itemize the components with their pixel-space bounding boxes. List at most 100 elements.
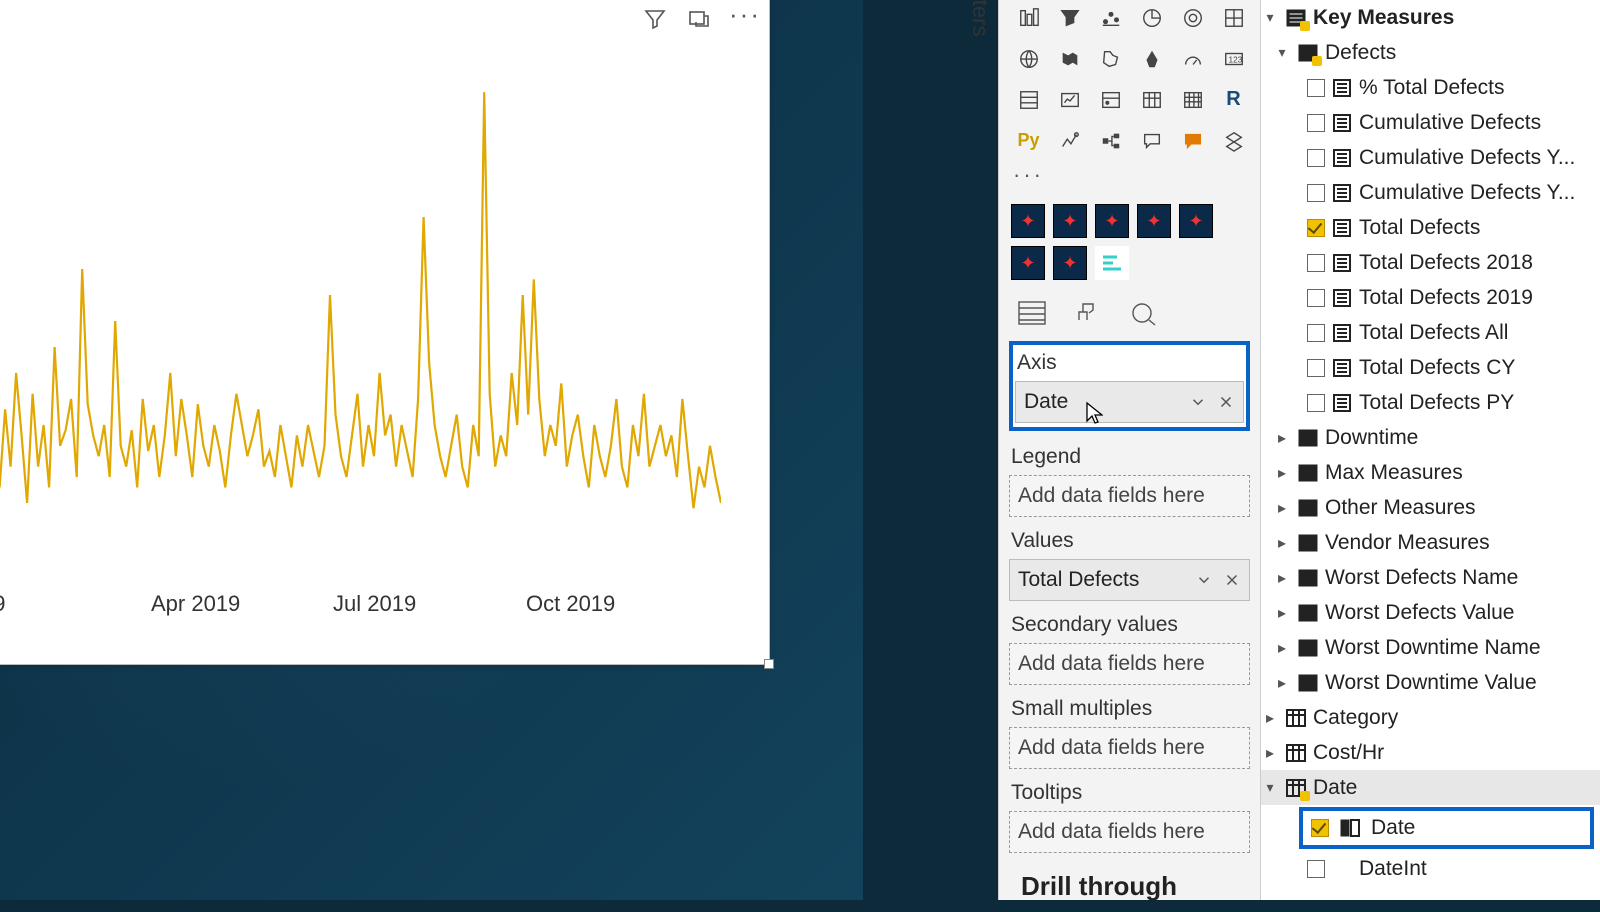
chevron-down-icon[interactable] [1273,44,1291,61]
folder-item[interactable]: Max Measures [1261,455,1600,490]
analytics-tab-icon[interactable] [1129,300,1159,331]
chevron-down-icon[interactable] [1189,393,1207,411]
checkbox[interactable] [1307,254,1325,272]
filters-pane-label[interactable]: ilters [943,0,993,36]
folder-item[interactable]: Worst Defects Value [1261,595,1600,630]
date-field-highlight[interactable]: Date [1299,807,1594,849]
qa-visual-icon[interactable] [1134,123,1169,158]
funnel-icon[interactable] [1052,0,1087,35]
custom-visual-bar-icon[interactable] [1095,246,1129,280]
table-item[interactable]: Cost/Hr [1261,735,1600,770]
tooltips-well[interactable]: Add data fields here [1009,811,1250,853]
chevron-right-icon[interactable] [1261,743,1279,763]
measure-item[interactable]: % Total Defects [1261,70,1600,105]
chevron-right-icon[interactable] [1273,428,1291,448]
values-well[interactable]: Total Defects [1009,559,1250,601]
matrix-icon[interactable] [1175,82,1210,117]
checkbox[interactable] [1311,819,1329,837]
remove-field-icon[interactable] [1223,571,1241,589]
chevron-right-icon[interactable] [1273,463,1291,483]
measure-item[interactable]: Total Defects 2018 [1261,245,1600,280]
chevron-down-icon[interactable] [1195,571,1213,589]
checkbox[interactable] [1307,79,1325,97]
slicer-icon[interactable] [1093,82,1128,117]
fields-tab-icon[interactable] [1017,300,1047,331]
folder-item[interactable]: Other Measures [1261,490,1600,525]
checkbox[interactable] [1307,149,1325,167]
custom-visual-icon[interactable]: ✦ [1179,204,1213,238]
card-icon[interactable]: 123 [1216,41,1251,76]
more-visuals-icon[interactable]: ··· [999,158,1260,192]
focus-mode-icon[interactable] [685,5,713,33]
folder-item[interactable]: Worst Downtime Name [1261,630,1600,665]
narrative-icon[interactable] [1175,123,1210,158]
python-visual-icon[interactable]: Py [1011,123,1046,158]
visual-filter-icon[interactable] [641,5,669,33]
folder-defects[interactable]: Defects [1261,35,1600,70]
folder-item[interactable]: Worst Downtime Value [1261,665,1600,700]
table-item[interactable]: Category [1261,700,1600,735]
values-field-name[interactable]: Total Defects [1018,568,1139,592]
secondary-well[interactable]: Add data fields here [1009,643,1250,685]
stacked-bar-icon[interactable] [1011,0,1046,35]
resize-handle[interactable] [764,659,774,669]
gauge-icon[interactable] [1175,41,1210,76]
checkbox[interactable] [1307,219,1325,237]
checkbox[interactable] [1307,860,1325,878]
measure-item[interactable]: Total Defects CY [1261,350,1600,385]
measure-item[interactable]: Cumulative Defects Y... [1261,175,1600,210]
shape-map-icon[interactable] [1093,41,1128,76]
chevron-right-icon[interactable] [1261,708,1279,728]
custom-visual-icon[interactable]: ✦ [1053,204,1087,238]
table-key-measures[interactable]: Key Measures [1261,0,1600,35]
folder-item[interactable]: Worst Defects Name [1261,560,1600,595]
scatter-icon[interactable] [1093,0,1128,35]
custom-visual-icon[interactable]: ✦ [1095,204,1129,238]
filled-map-icon[interactable] [1052,41,1087,76]
table-date[interactable]: Date [1261,770,1600,805]
checkbox[interactable] [1307,184,1325,202]
measure-item[interactable]: Total Defects [1261,210,1600,245]
paginated-icon[interactable] [1216,123,1251,158]
treemap-icon[interactable] [1216,0,1251,35]
measure-item[interactable]: Cumulative Defects [1261,105,1600,140]
field-dateint[interactable]: DateInt [1261,851,1600,886]
multirow-card-icon[interactable] [1011,82,1046,117]
kpi-icon[interactable] [1052,82,1087,117]
chevron-right-icon[interactable] [1273,673,1291,693]
map-icon[interactable] [1011,41,1046,76]
donut-icon[interactable] [1175,0,1210,35]
remove-field-icon[interactable] [1217,393,1235,411]
chevron-right-icon[interactable] [1273,533,1291,553]
measure-item[interactable]: Cumulative Defects Y... [1261,140,1600,175]
chevron-right-icon[interactable] [1273,498,1291,518]
checkbox[interactable] [1307,114,1325,132]
axis-well[interactable]: Date [1015,381,1244,423]
checkbox[interactable] [1307,359,1325,377]
custom-visual-icon[interactable]: ✦ [1053,246,1087,280]
report-canvas[interactable]: ··· 19Apr 2019Jul 2019Oct 2019 [0,0,863,900]
small-multiples-well[interactable]: Add data fields here [1009,727,1250,769]
visual-more-icon[interactable]: ··· [729,5,761,33]
checkbox[interactable] [1307,289,1325,307]
chart-visual[interactable]: ··· 19Apr 2019Jul 2019Oct 2019 [0,0,770,665]
checkbox[interactable] [1307,394,1325,412]
chevron-down-icon[interactable] [1261,779,1279,796]
r-visual-icon[interactable]: R [1216,82,1251,117]
legend-well[interactable]: Add data fields here [1009,475,1250,517]
folder-item[interactable]: Vendor Measures [1261,525,1600,560]
table-icon[interactable] [1134,82,1169,117]
chevron-down-icon[interactable] [1261,9,1279,26]
measure-item[interactable]: Total Defects PY [1261,385,1600,420]
chevron-right-icon[interactable] [1273,603,1291,623]
measure-item[interactable]: Total Defects All [1261,315,1600,350]
chevron-right-icon[interactable] [1273,568,1291,588]
folder-item[interactable]: Downtime [1261,420,1600,455]
axis-field-name[interactable]: Date [1024,390,1068,414]
custom-visual-icon[interactable]: ✦ [1011,204,1045,238]
pie-icon[interactable] [1134,0,1169,35]
custom-visual-icon[interactable]: ✦ [1011,246,1045,280]
decomposition-tree-icon[interactable] [1093,123,1128,158]
measure-item[interactable]: Total Defects 2019 [1261,280,1600,315]
format-tab-icon[interactable] [1073,300,1103,331]
